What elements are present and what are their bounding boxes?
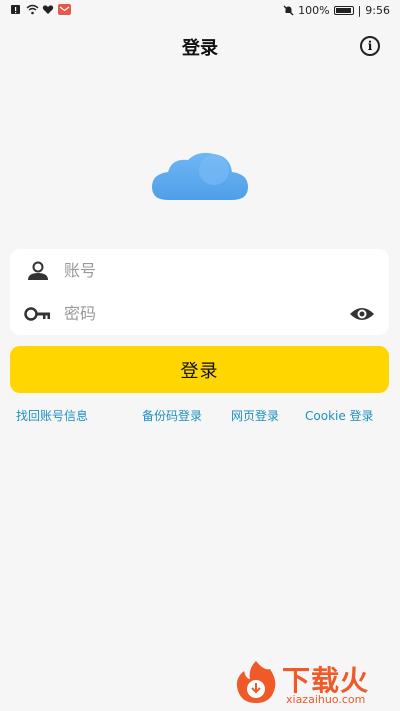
header: 登录 i [0, 28, 400, 66]
web-login-link[interactable]: 网页登录 [231, 407, 279, 424]
recover-account-link[interactable]: 找回账号信息 [16, 407, 88, 424]
battery-percent: 100% [298, 4, 330, 17]
backup-code-login-link[interactable]: 备份码登录 [142, 407, 202, 424]
password-input[interactable] [62, 297, 339, 330]
alt-login-links: 找回账号信息 备份码登录 网页登录 Cookie 登录 [0, 407, 400, 425]
key-icon [24, 302, 52, 326]
watermark-url: xiazaihuo.com [286, 693, 366, 706]
login-button[interactable]: 登录 [10, 346, 389, 393]
user-icon [24, 259, 52, 283]
mail-app-icon [58, 4, 71, 15]
alert-icon [10, 4, 21, 15]
password-row [10, 292, 389, 335]
info-icon[interactable]: i [360, 36, 380, 56]
account-input[interactable] [62, 254, 339, 287]
status-time: 9:56 [365, 4, 390, 17]
page-title: 登录 [182, 38, 218, 59]
status-divider: | [357, 4, 362, 17]
login-form-card [10, 249, 389, 335]
watermark-logo: 下载火 xiazaihuo.com [234, 657, 394, 709]
account-row [10, 249, 389, 292]
wifi-icon [26, 4, 39, 15]
eye-icon[interactable] [349, 305, 375, 323]
mute-bell-icon [283, 5, 294, 16]
status-bar: 100% | 9:56 [0, 0, 400, 22]
status-right-icons: 100% | 9:56 [283, 4, 390, 17]
battery-icon [333, 6, 354, 15]
status-left-icons [10, 4, 71, 15]
heart-icon [42, 4, 54, 15]
cloud-icon [152, 152, 248, 200]
cookie-login-link[interactable]: Cookie 登录 [305, 407, 374, 424]
flame-download-icon [236, 661, 276, 703]
